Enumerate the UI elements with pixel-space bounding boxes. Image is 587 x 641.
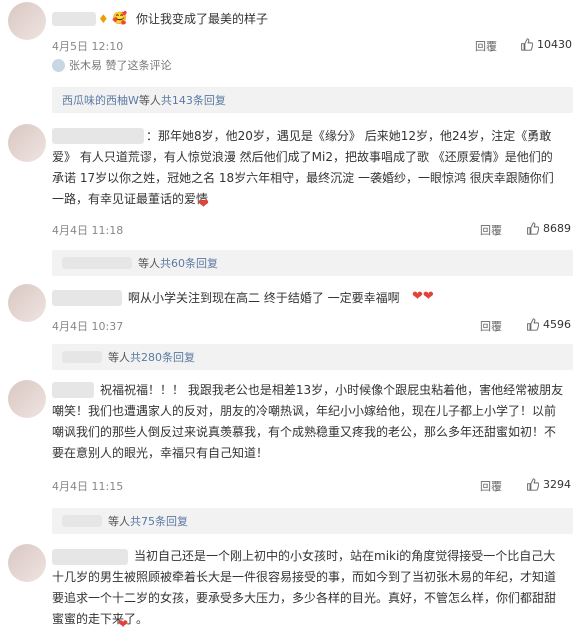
heart-emoji-icon: ❤ (198, 197, 209, 212)
sub-reply-rest: 等人 (108, 351, 130, 364)
reply-button[interactable]: 回覆 (480, 222, 502, 238)
comment-date: 4月5日 12:10 (52, 40, 124, 53)
sub-reply-rest: 等人 (108, 515, 130, 528)
comment-date: 4月4日 11:15 (52, 480, 124, 493)
emoji-icon: 🥰 (112, 11, 127, 25)
vip-badge-icon: ♦ (98, 12, 109, 26)
sub-reply-count-link[interactable]: 共75条回复 (130, 513, 188, 529)
reply-button[interactable]: 回覆 (480, 478, 502, 494)
sub-reply-name-blurred[interactable] (62, 257, 132, 269)
avatar[interactable] (8, 2, 46, 40)
thumbs-up-icon (527, 222, 539, 235)
sub-reply-rest: 等人 (138, 257, 160, 270)
like-count: 4596 (543, 318, 571, 331)
thumbs-up-icon (527, 318, 539, 331)
comment-date: 4月4日 11:18 (52, 224, 124, 237)
sub-reply-name[interactable]: 西瓜味的西柚W (52, 92, 139, 108)
like-button[interactable]: 10430 (520, 38, 572, 51)
comment-text: 当初自己还是一个刚上初中的小女孩时，站在miki的角度觉得接受一个比自己大十几岁… (52, 549, 557, 626)
reply-button[interactable]: 回覆 (480, 318, 502, 334)
comment-date: 4月4日 10:37 (52, 320, 124, 333)
like-count: 3294 (543, 478, 571, 491)
thumbs-up-icon (527, 478, 539, 491)
like-count: 8689 (543, 222, 571, 235)
sub-replies[interactable]: 等人 共60条回复 (52, 250, 573, 276)
sub-reply-count-link[interactable]: 共280条回复 (130, 349, 195, 365)
like-button[interactable]: 4596 (526, 318, 571, 331)
liked-by-text: 张木易 赞了这条评论 (69, 59, 172, 72)
sub-reply-name-blurred[interactable] (62, 351, 102, 363)
avatar[interactable] (8, 124, 46, 162)
avatar[interactable] (8, 380, 46, 418)
like-button[interactable]: 8689 (526, 222, 571, 235)
heart-emoji-icon: ❤ (118, 617, 129, 631)
avatar[interactable] (8, 284, 46, 322)
username-blurred[interactable] (52, 290, 122, 306)
sub-reply-name-blurred[interactable] (62, 515, 102, 527)
like-button[interactable]: 3294 (526, 478, 571, 491)
username-blurred[interactable] (52, 12, 96, 26)
sub-replies[interactable]: 等人 共75条回复 (52, 508, 573, 534)
comment-text: 祝福祝福！！！ 我跟我老公也是相差13岁，小时候像个跟屁虫粘着他，害他经常被朋友… (52, 383, 564, 460)
like-count: 10430 (537, 38, 572, 51)
sub-reply-rest: 等人 (138, 94, 161, 107)
avatar[interactable] (8, 544, 46, 582)
author-avatar-icon (52, 58, 65, 72)
thumbs-up-icon (521, 38, 533, 51)
comment-text: 你让我变成了最美的样子 (136, 12, 269, 26)
liked-by-author: 张木易 赞了这条评论 (52, 57, 172, 73)
reply-button[interactable]: 回覆 (475, 38, 497, 54)
comment-text: ：那年她8岁，他20岁，遇见是《缘分》 后来她12岁，他24岁，注定《勇敢爱》 … (52, 129, 554, 206)
sub-reply-count-link[interactable]: 共60条回复 (160, 255, 218, 271)
comment-text: 啊从小学关注到现在高二 终于结婚了 一定要幸福啊 (128, 291, 400, 305)
sub-replies[interactable]: 西瓜味的西柚W 等人 共143条回复 (52, 87, 573, 113)
sub-replies[interactable]: 等人 共280条回复 (52, 344, 573, 370)
heart-emoji-icon: ❤❤ (412, 289, 434, 304)
sub-reply-count-link[interactable]: 共143条回复 (161, 92, 226, 108)
